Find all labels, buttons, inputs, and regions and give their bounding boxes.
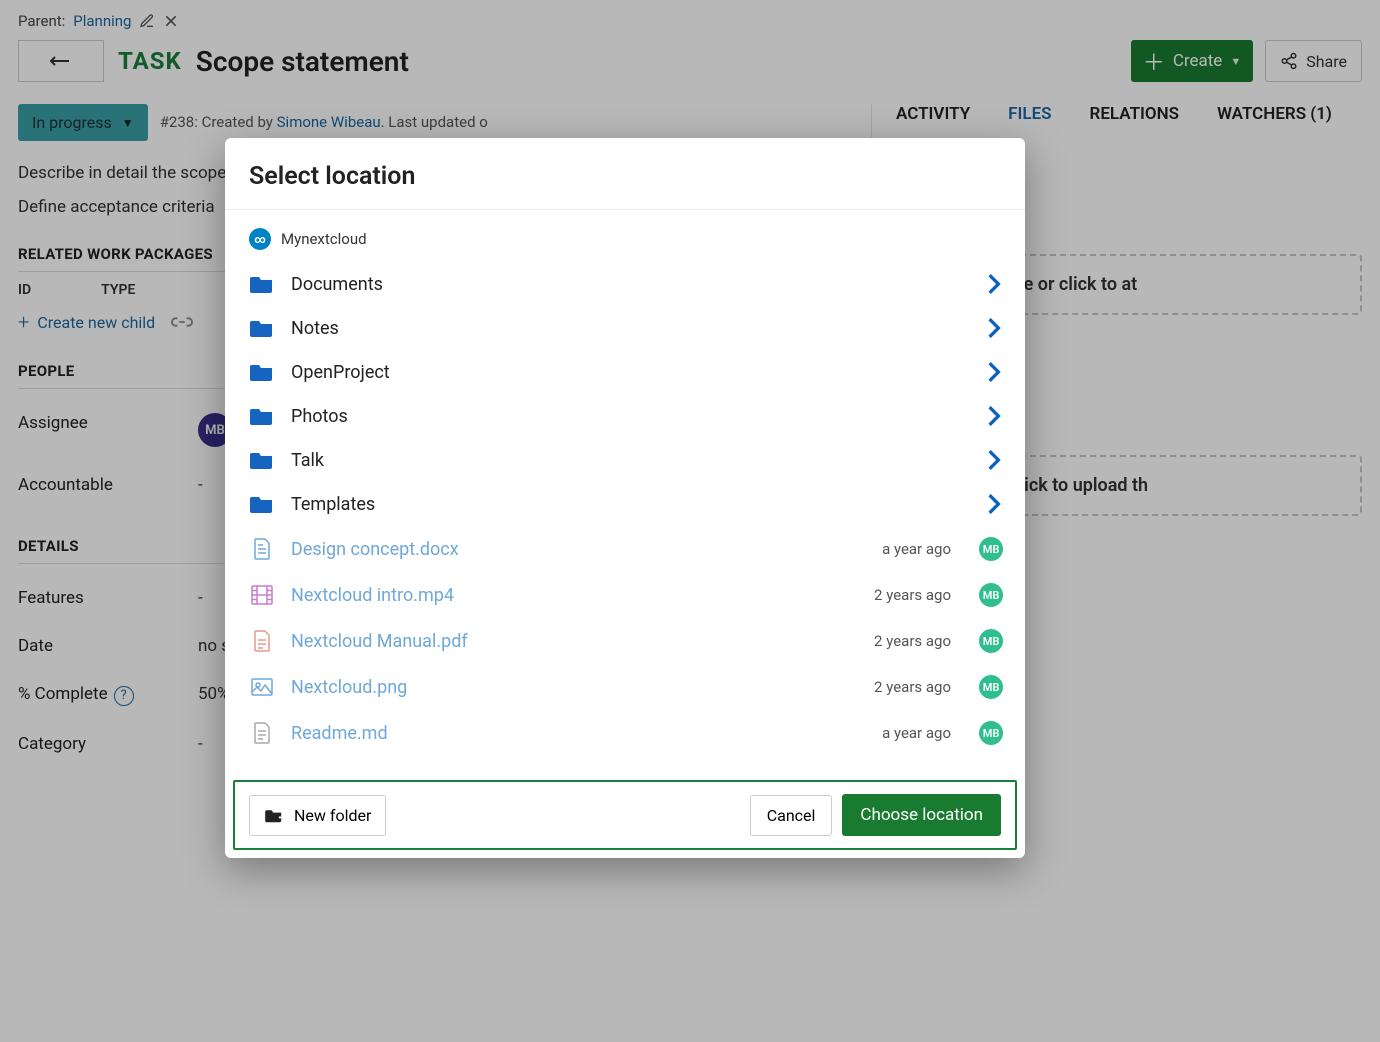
chevron-right-icon bbox=[979, 273, 1009, 295]
modal-footer: New folder Cancel Choose location bbox=[233, 780, 1017, 850]
folder-icon bbox=[249, 361, 275, 383]
avatar: MB bbox=[979, 675, 1003, 699]
folder-row[interactable]: Notes bbox=[249, 306, 1015, 350]
cancel-button[interactable]: Cancel bbox=[750, 795, 833, 836]
pdf-icon bbox=[249, 630, 275, 652]
nextcloud-icon: ∞ bbox=[249, 228, 271, 250]
file-name: Nextcloud.png bbox=[291, 677, 407, 698]
chevron-right-icon bbox=[979, 405, 1009, 427]
file-time: 2 years ago bbox=[874, 586, 951, 604]
vid-icon bbox=[249, 584, 275, 606]
avatar: MB bbox=[979, 629, 1003, 653]
doc-icon bbox=[249, 538, 275, 560]
file-time: 2 years ago bbox=[874, 678, 951, 696]
new-folder-button[interactable]: New folder bbox=[249, 795, 386, 836]
folder-row[interactable]: Documents bbox=[249, 262, 1015, 306]
folder-row[interactable]: Talk bbox=[249, 438, 1015, 482]
avatar: MB bbox=[979, 537, 1003, 561]
folder-icon bbox=[249, 493, 275, 515]
folder-icon bbox=[249, 317, 275, 339]
select-location-modal: Select location ∞ Mynextcloud Documents N… bbox=[225, 138, 1025, 858]
file-name: Readme.md bbox=[291, 723, 388, 744]
folder-name: Talk bbox=[291, 450, 324, 471]
file-time: 2 years ago bbox=[874, 632, 951, 650]
folder-row[interactable]: Templates bbox=[249, 482, 1015, 526]
folder-name: Notes bbox=[291, 318, 339, 339]
folder-name: Templates bbox=[291, 494, 375, 515]
folder-icon bbox=[249, 273, 275, 295]
file-row: Nextcloud intro.mp4 2 years ago MB bbox=[249, 572, 1015, 618]
file-list: Documents Notes OpenProject Photos Talk Templ… bbox=[225, 258, 1025, 774]
txt-icon bbox=[249, 722, 275, 744]
file-time: a year ago bbox=[882, 724, 951, 742]
file-row: Nextcloud.png 2 years ago MB bbox=[249, 664, 1015, 710]
file-row: Readme.md a year ago MB bbox=[249, 710, 1015, 756]
file-name: Design concept.docx bbox=[291, 539, 459, 560]
file-time: a year ago bbox=[882, 540, 951, 558]
storage-breadcrumb[interactable]: ∞ Mynextcloud bbox=[225, 210, 1025, 258]
folder-name: OpenProject bbox=[291, 362, 390, 383]
chevron-right-icon bbox=[979, 317, 1009, 339]
chevron-right-icon bbox=[979, 493, 1009, 515]
folder-row[interactable]: Photos bbox=[249, 394, 1015, 438]
chevron-right-icon bbox=[979, 449, 1009, 471]
file-name: Nextcloud Manual.pdf bbox=[291, 631, 468, 652]
chevron-right-icon bbox=[979, 361, 1009, 383]
folder-name: Photos bbox=[291, 406, 348, 427]
avatar: MB bbox=[979, 583, 1003, 607]
modal-title: Select location bbox=[225, 138, 1025, 209]
folder-icon bbox=[249, 405, 275, 427]
folder-row[interactable]: OpenProject bbox=[249, 350, 1015, 394]
file-row: Design concept.docx a year ago MB bbox=[249, 526, 1015, 572]
folder-icon bbox=[249, 449, 275, 471]
folder-name: Documents bbox=[291, 274, 383, 295]
choose-location-button[interactable]: Choose location bbox=[842, 794, 1001, 836]
file-row: Nextcloud Manual.pdf 2 years ago MB bbox=[249, 618, 1015, 664]
img-icon bbox=[249, 676, 275, 698]
avatar: MB bbox=[979, 721, 1003, 745]
new-folder-icon bbox=[264, 807, 284, 823]
file-name: Nextcloud intro.mp4 bbox=[291, 585, 454, 606]
